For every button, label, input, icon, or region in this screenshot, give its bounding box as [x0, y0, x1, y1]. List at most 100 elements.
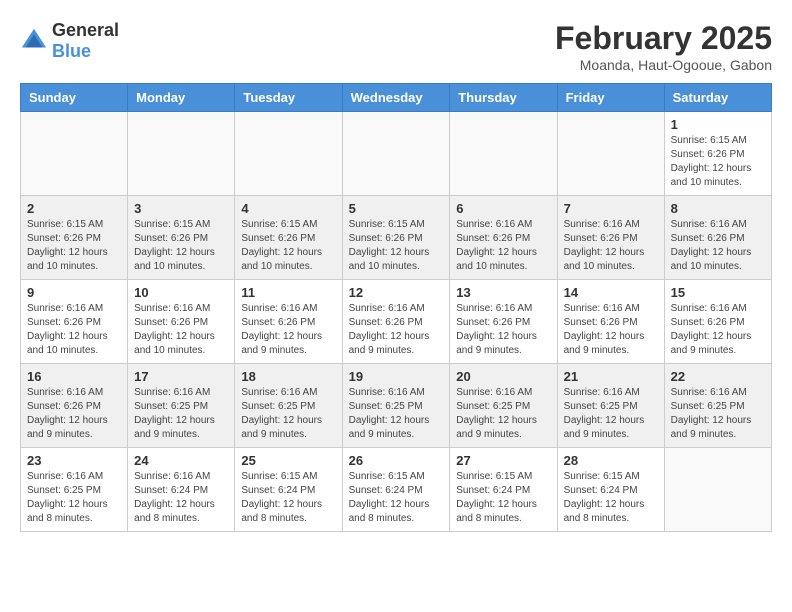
day-number: 18: [241, 369, 335, 384]
day-number: 5: [349, 201, 444, 216]
logo-general: General: [52, 20, 119, 40]
day-header-monday: Monday: [128, 84, 235, 112]
day-number: 8: [671, 201, 765, 216]
calendar-day-cell: [664, 448, 771, 532]
title-area: February 2025 Moanda, Haut-Ogooue, Gabon: [555, 20, 772, 73]
day-info: Sunrise: 6:15 AM Sunset: 6:26 PM Dayligh…: [671, 134, 765, 190]
day-info: Sunrise: 6:16 AM Sunset: 6:26 PM Dayligh…: [27, 386, 121, 442]
calendar-day-cell: 10 Sunrise: 6:16 AM Sunset: 6:26 PM Dayli…: [128, 280, 235, 364]
calendar-day-cell: 8Sunrise: 6:16 AM Sunset: 6:26 PM Daylig…: [664, 196, 771, 280]
day-info: Sunrise: 6:16 AM Sunset: 6:26 PM Dayligh…: [456, 218, 550, 274]
calendar-header-row: SundayMondayTuesdayWednesdayThursdayFrid…: [21, 84, 772, 112]
day-header-friday: Friday: [557, 84, 664, 112]
subtitle: Moanda, Haut-Ogooue, Gabon: [555, 57, 772, 73]
day-number: 23: [27, 453, 121, 468]
calendar-day-cell: 3Sunrise: 6:15 AM Sunset: 6:26 PM Daylig…: [128, 196, 235, 280]
calendar-day-cell: 4Sunrise: 6:15 AM Sunset: 6:26 PM Daylig…: [235, 196, 342, 280]
day-number: 22: [671, 369, 765, 384]
calendar-day-cell: [21, 112, 128, 196]
day-info: Sunrise: 6:15 AM Sunset: 6:24 PM Dayligh…: [349, 470, 444, 526]
calendar-table: SundayMondayTuesdayWednesdayThursdayFrid…: [20, 83, 772, 532]
calendar-day-cell: 19 Sunrise: 6:16 AM Sunset: 6:25 PM Dayli…: [342, 364, 450, 448]
calendar-week-row: 1 Sunrise: 6:15 AM Sunset: 6:26 PM Daylig…: [21, 112, 772, 196]
calendar-day-cell: 14Sunrise: 6:16 AM Sunset: 6:26 PM Dayli…: [557, 280, 664, 364]
day-number: 19: [349, 369, 444, 384]
calendar-day-cell: 23 Sunrise: 6:16 AM Sunset: 6:25 PM Dayli…: [21, 448, 128, 532]
calendar-day-cell: 17Sunrise: 6:16 AM Sunset: 6:25 PM Dayli…: [128, 364, 235, 448]
day-number: 16: [27, 369, 121, 384]
day-number: 1: [671, 117, 765, 132]
day-header-wednesday: Wednesday: [342, 84, 450, 112]
logo-icon: [20, 27, 48, 55]
day-header-tuesday: Tuesday: [235, 84, 342, 112]
calendar-day-cell: 6 Sunrise: 6:16 AM Sunset: 6:26 PM Daylig…: [450, 196, 557, 280]
calendar-day-cell: [557, 112, 664, 196]
day-info: Sunrise: 6:16 AM Sunset: 6:25 PM Dayligh…: [241, 386, 335, 442]
day-number: 20: [456, 369, 550, 384]
logo-blue: Blue: [52, 41, 91, 61]
month-title: February 2025: [555, 20, 772, 57]
day-info: Sunrise: 6:15 AM Sunset: 6:24 PM Dayligh…: [241, 470, 335, 526]
calendar-day-cell: 21 Sunrise: 6:16 AM Sunset: 6:25 PM Dayli…: [557, 364, 664, 448]
logo-text: General Blue: [52, 20, 119, 62]
calendar-day-cell: 26 Sunrise: 6:15 AM Sunset: 6:24 PM Dayli…: [342, 448, 450, 532]
day-number: 6: [456, 201, 550, 216]
day-number: 26: [349, 453, 444, 468]
calendar-day-cell: [342, 112, 450, 196]
day-info: Sunrise: 6:16 AM Sunset: 6:26 PM Dayligh…: [349, 302, 444, 358]
day-info: Sunrise: 6:16 AM Sunset: 6:25 PM Dayligh…: [456, 386, 550, 442]
day-number: 27: [456, 453, 550, 468]
calendar-day-cell: 2 Sunrise: 6:15 AM Sunset: 6:26 PM Daylig…: [21, 196, 128, 280]
day-number: 17: [134, 369, 228, 384]
calendar-day-cell: 22 Sunrise: 6:16 AM Sunset: 6:25 PM Dayli…: [664, 364, 771, 448]
day-info: Sunrise: 6:16 AM Sunset: 6:26 PM Dayligh…: [564, 218, 658, 274]
calendar-day-cell: 7Sunrise: 6:16 AM Sunset: 6:26 PM Daylig…: [557, 196, 664, 280]
day-info: Sunrise: 6:16 AM Sunset: 6:26 PM Dayligh…: [671, 302, 765, 358]
day-number: 28: [564, 453, 658, 468]
day-info: Sunrise: 6:16 AM Sunset: 6:26 PM Dayligh…: [134, 302, 228, 358]
calendar-week-row: 2 Sunrise: 6:15 AM Sunset: 6:26 PM Daylig…: [21, 196, 772, 280]
calendar-week-row: 9 Sunrise: 6:16 AM Sunset: 6:26 PM Daylig…: [21, 280, 772, 364]
day-number: 14: [564, 285, 658, 300]
day-info: Sunrise: 6:15 AM Sunset: 6:26 PM Dayligh…: [27, 218, 121, 274]
day-info: Sunrise: 6:16 AM Sunset: 6:25 PM Dayligh…: [671, 386, 765, 442]
calendar-day-cell: 12Sunrise: 6:16 AM Sunset: 6:26 PM Dayli…: [342, 280, 450, 364]
day-info: Sunrise: 6:16 AM Sunset: 6:24 PM Dayligh…: [134, 470, 228, 526]
day-info: Sunrise: 6:16 AM Sunset: 6:26 PM Dayligh…: [241, 302, 335, 358]
calendar-day-cell: 11 Sunrise: 6:16 AM Sunset: 6:26 PM Dayli…: [235, 280, 342, 364]
day-number: 15: [671, 285, 765, 300]
calendar-day-cell: [128, 112, 235, 196]
day-number: 10: [134, 285, 228, 300]
day-header-thursday: Thursday: [450, 84, 557, 112]
header: General Blue February 2025 Moanda, Haut-…: [20, 20, 772, 73]
day-number: 13: [456, 285, 550, 300]
calendar-day-cell: 9Sunrise: 6:16 AM Sunset: 6:26 PM Daylig…: [21, 280, 128, 364]
calendar-day-cell: 16 Sunrise: 6:16 AM Sunset: 6:26 PM Dayli…: [21, 364, 128, 448]
day-header-sunday: Sunday: [21, 84, 128, 112]
calendar-day-cell: 13 Sunrise: 6:16 AM Sunset: 6:26 PM Dayli…: [450, 280, 557, 364]
calendar-day-cell: 1 Sunrise: 6:15 AM Sunset: 6:26 PM Daylig…: [664, 112, 771, 196]
day-header-saturday: Saturday: [664, 84, 771, 112]
calendar-day-cell: 15 Sunrise: 6:16 AM Sunset: 6:26 PM Dayli…: [664, 280, 771, 364]
day-number: 4: [241, 201, 335, 216]
day-info: Sunrise: 6:16 AM Sunset: 6:25 PM Dayligh…: [349, 386, 444, 442]
day-info: Sunrise: 6:15 AM Sunset: 6:26 PM Dayligh…: [134, 218, 228, 274]
day-number: 2: [27, 201, 121, 216]
calendar-day-cell: 20 Sunrise: 6:16 AM Sunset: 6:25 PM Dayli…: [450, 364, 557, 448]
day-info: Sunrise: 6:16 AM Sunset: 6:25 PM Dayligh…: [27, 470, 121, 526]
calendar-day-cell: 18 Sunrise: 6:16 AM Sunset: 6:25 PM Dayli…: [235, 364, 342, 448]
day-number: 11: [241, 285, 335, 300]
calendar-day-cell: 28Sunrise: 6:15 AM Sunset: 6:24 PM Dayli…: [557, 448, 664, 532]
day-number: 9: [27, 285, 121, 300]
day-number: 25: [241, 453, 335, 468]
calendar-day-cell: 5Sunrise: 6:15 AM Sunset: 6:26 PM Daylig…: [342, 196, 450, 280]
logo: General Blue: [20, 20, 119, 62]
day-number: 21: [564, 369, 658, 384]
calendar-day-cell: 24Sunrise: 6:16 AM Sunset: 6:24 PM Dayli…: [128, 448, 235, 532]
calendar-day-cell: 27Sunrise: 6:15 AM Sunset: 6:24 PM Dayli…: [450, 448, 557, 532]
calendar-week-row: 23 Sunrise: 6:16 AM Sunset: 6:25 PM Dayli…: [21, 448, 772, 532]
day-info: Sunrise: 6:16 AM Sunset: 6:25 PM Dayligh…: [564, 386, 658, 442]
calendar-day-cell: [450, 112, 557, 196]
day-info: Sunrise: 6:16 AM Sunset: 6:26 PM Dayligh…: [456, 302, 550, 358]
calendar-day-cell: 25 Sunrise: 6:15 AM Sunset: 6:24 PM Dayli…: [235, 448, 342, 532]
